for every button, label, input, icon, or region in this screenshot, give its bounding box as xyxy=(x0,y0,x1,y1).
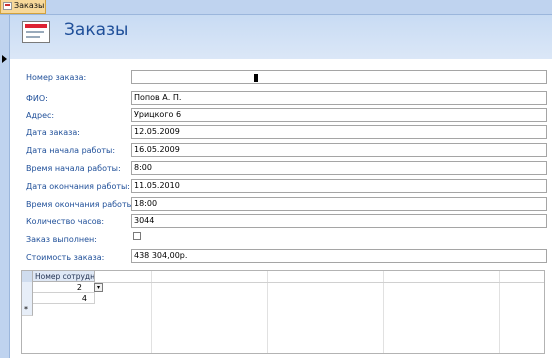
order-completed-checkbox[interactable] xyxy=(133,232,141,240)
order-number-field[interactable]: 1 xyxy=(131,70,547,84)
chevron-down-icon[interactable]: ▾ xyxy=(94,283,103,292)
address-field[interactable]: Урицкого 6 xyxy=(131,108,547,122)
fio-label: ФИО: xyxy=(26,94,48,103)
order-number-label: Номер заказа: xyxy=(26,73,87,82)
table-cell-employee[interactable]: 2 ▾ xyxy=(33,282,103,293)
work-start-time-field[interactable]: 8:00 xyxy=(131,161,547,175)
work-end-date-label: Дата окончания работы: xyxy=(26,182,131,191)
page-title: Заказы xyxy=(64,20,129,40)
new-record-icon: * xyxy=(24,305,28,314)
work-end-time-label: Время окончания работы: xyxy=(26,200,136,209)
hours-count-label: Количество часов: xyxy=(26,217,105,226)
text-cursor xyxy=(254,74,258,82)
order-cost-label: Стоимость заказа: xyxy=(26,253,105,262)
fio-field[interactable]: Попов А. П. xyxy=(131,91,547,105)
record-selector[interactable] xyxy=(0,15,10,358)
column-header-empty xyxy=(95,271,544,283)
order-date-field[interactable]: 12.05.2009 xyxy=(131,125,547,139)
work-start-date-label: Дата начала работы: xyxy=(26,146,116,155)
tab-orders[interactable]: Заказы xyxy=(0,0,46,14)
work-start-date-field[interactable]: 16.05.2009 xyxy=(131,143,547,157)
tab-label: Заказы xyxy=(14,1,45,10)
form-icon xyxy=(3,2,12,10)
order-date-label: Дата заказа: xyxy=(26,128,80,137)
order-completed-label: Заказ выполнен: xyxy=(26,235,97,244)
form-header: Заказы xyxy=(10,15,552,59)
hours-count-field[interactable]: 3044 xyxy=(131,214,547,228)
employees-subform: Номер сотрудника 2 ▾ 4 * xyxy=(21,270,545,354)
column-header-employee-number[interactable]: Номер сотрудника xyxy=(33,271,95,282)
work-start-time-label: Время начала работы: xyxy=(26,164,121,173)
triangle-right-icon xyxy=(2,55,7,63)
work-end-date-field[interactable]: 11.05.2010 xyxy=(131,179,547,193)
address-label: Адрес: xyxy=(26,111,55,120)
document-tab-bar: Заказы xyxy=(0,0,552,15)
form-icon xyxy=(22,21,50,43)
new-row-selector[interactable]: * xyxy=(22,304,33,316)
work-end-time-field[interactable]: 18:00 xyxy=(131,197,547,211)
cell-value: 2 xyxy=(76,283,82,292)
order-cost-field[interactable]: 438 304,00р. xyxy=(131,249,547,263)
table-cell-employee[interactable]: 4 xyxy=(33,293,95,304)
